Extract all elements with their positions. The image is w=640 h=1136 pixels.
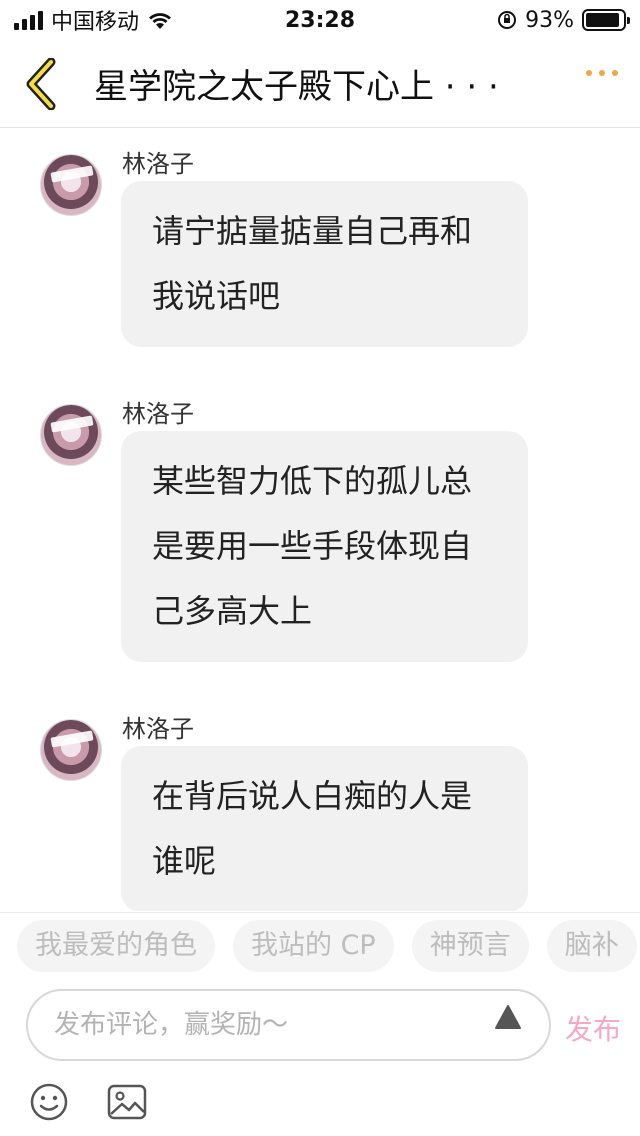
sender-name: 林洛子 <box>122 715 194 743</box>
avatar[interactable] <box>40 404 102 466</box>
comment-input[interactable]: 发布评论，赢奖励～ <box>26 989 551 1061</box>
sender-name: 林洛子 <box>122 400 194 428</box>
suggestion-chips: 我最爱的角色 我站的 CP 神预言 脑补 <box>0 912 640 978</box>
status-bar: 中国移动 23:28 93% <box>0 0 640 40</box>
orientation-lock-icon <box>498 11 517 29</box>
message-list: 林洛子 请宁掂量掂量自己再和我说话吧 林洛子 某些智力低下的孤儿总是要用一些手段… <box>0 129 640 911</box>
page-title: 星学院之太子殿下心上 · · · <box>94 67 499 107</box>
publish-button[interactable]: 发布 <box>565 1008 621 1048</box>
battery-icon <box>582 9 630 31</box>
chip-imagination[interactable]: 脑补 <box>546 919 637 972</box>
status-right: 93% <box>497 7 630 33</box>
expand-triangle-icon[interactable] <box>494 1004 522 1030</box>
chip-prophecy[interactable]: 神预言 <box>411 919 529 972</box>
message-bubble[interactable]: 在背后说人白痴的人是谁呢 <box>121 746 528 911</box>
signal-icon <box>14 10 43 30</box>
header: 星学院之太子殿下心上 · · · <box>0 40 640 128</box>
battery-percent: 93% <box>525 7 574 33</box>
bottom-toolbar <box>0 1076 640 1136</box>
wifi-icon <box>149 13 172 29</box>
app-root: 中国移动 23:28 93% 星学院之太子殿下心上 · · · 林洛子 请宁掂量… <box>0 0 640 1136</box>
chip-my-cp[interactable]: 我站的 CP <box>233 919 394 972</box>
sender-name: 林洛子 <box>122 150 194 178</box>
image-icon[interactable] <box>107 1084 147 1120</box>
chevron-left-icon <box>26 57 56 110</box>
message-bubble[interactable]: 请宁掂量掂量自己再和我说话吧 <box>121 181 528 347</box>
chip-favorite-character[interactable]: 我最爱的角色 <box>17 919 215 972</box>
battery-fill <box>586 13 620 27</box>
status-left: 中国移动 <box>14 4 173 36</box>
more-dots-icon[interactable] <box>586 70 618 76</box>
message-bubble[interactable]: 某些智力低下的孤儿总是要用一些手段体现自己多高大上 <box>121 431 528 662</box>
back-button[interactable] <box>0 40 80 128</box>
avatar[interactable] <box>40 719 102 781</box>
carrier-label: 中国移动 <box>51 10 140 35</box>
emoji-icon[interactable] <box>29 1082 69 1122</box>
composer: 发布评论，赢奖励～ 发布 <box>0 986 640 1064</box>
avatar[interactable] <box>40 154 102 216</box>
